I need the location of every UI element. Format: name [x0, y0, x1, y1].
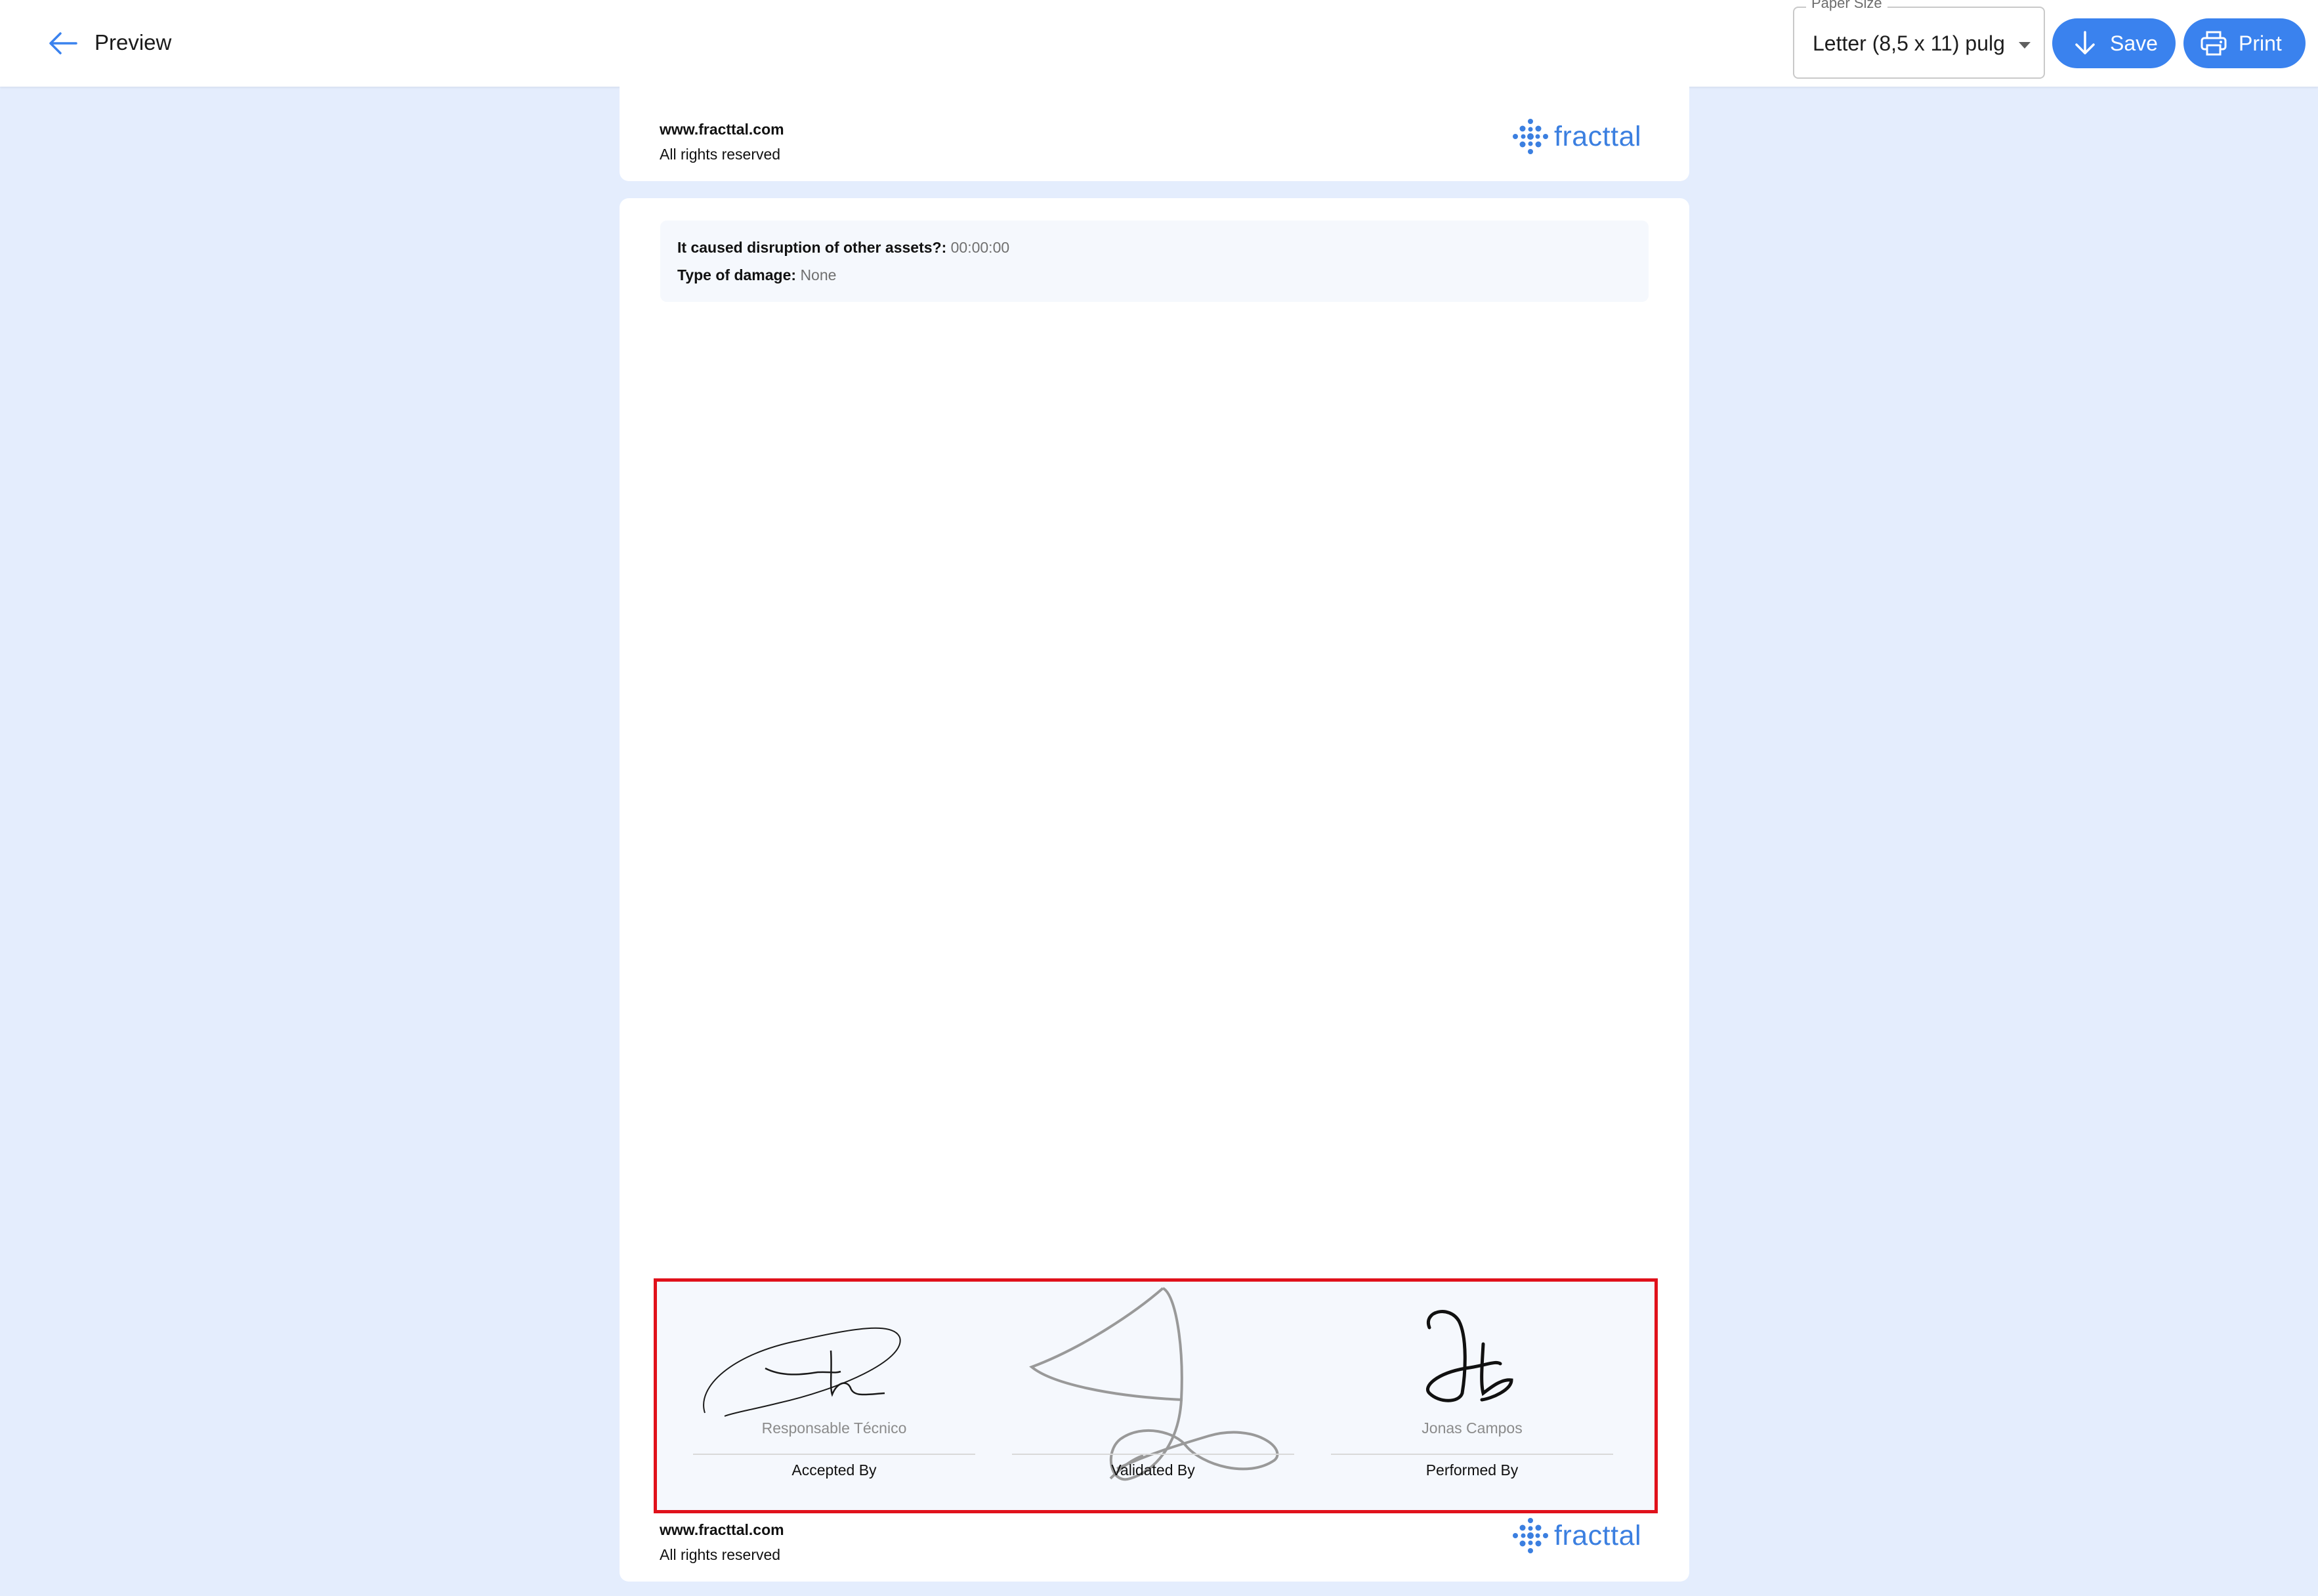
signature-performed-by: Jonas Campos Performed By [1331, 1282, 1613, 1510]
signature-line [1012, 1454, 1294, 1455]
signature-line [693, 1454, 975, 1455]
print-label: Print [2239, 32, 2282, 55]
logo-text: fracttal [1554, 120, 1642, 152]
detail-label: It caused disruption of other assets?: [677, 239, 947, 256]
detail-row: Type of damage: None [677, 265, 836, 285]
detail-label: Type of damage: [677, 266, 797, 284]
signature-role: Performed By [1425, 1461, 1519, 1479]
fracttal-logo-icon [1513, 1518, 1548, 1553]
page-footer-previous: www.fracttal.com All rights reserved fra… [620, 83, 1689, 181]
footer-rights: All rights reserved [660, 146, 781, 163]
fracttal-logo: fracttal [1512, 118, 1641, 155]
page-title: Preview [95, 30, 172, 54]
signature-role: Validated By [1111, 1461, 1195, 1479]
printer-icon [2199, 29, 2228, 58]
logo-text: fracttal [1554, 1519, 1642, 1551]
paper-size-value: Letter (8,5 x 11) pulg [1813, 32, 2005, 55]
footer-rights: All rights reserved [660, 1546, 781, 1563]
fracttal-logo: fracttal [1512, 1517, 1641, 1554]
fracttal-logo-icon [1513, 119, 1548, 154]
save-button[interactable]: Save [2052, 18, 2176, 68]
signer-name: Responsable Técnico [761, 1419, 907, 1437]
signatures-section: Responsable Técnico Accepted By Validate… [654, 1278, 1658, 1513]
detail-value: None [800, 266, 837, 284]
print-button[interactable]: Print [2183, 18, 2306, 68]
download-icon [2071, 29, 2099, 58]
back-button[interactable] [43, 24, 83, 63]
paper-size-legend: Paper Size [1806, 0, 1887, 12]
caret-down-icon [2019, 42, 2031, 49]
signature-line [1331, 1454, 1613, 1455]
paper-size-select[interactable]: Paper Size Letter (8,5 x 11) pulg [1793, 0, 2045, 79]
signature-role: Accepted By [791, 1461, 877, 1479]
signer-name: Jonas Campos [1422, 1419, 1523, 1437]
detail-row: It caused disruption of other assets?: 0… [677, 238, 1009, 257]
signature-accepted-by: Responsable Técnico Accepted By [693, 1282, 975, 1510]
detail-value: 00:00:00 [950, 239, 1010, 256]
details-box: It caused disruption of other assets?: 0… [660, 220, 1649, 302]
arrow-left-icon [49, 32, 77, 54]
top-bar: Preview Paper Size Letter (8,5 x 11) pul… [0, 0, 2318, 87]
signature-validated-by: Validated By [1012, 1282, 1294, 1510]
save-label: Save [2110, 32, 2158, 55]
footer-website: www.fracttal.com [660, 1521, 784, 1538]
footer-website: www.fracttal.com [660, 121, 784, 138]
